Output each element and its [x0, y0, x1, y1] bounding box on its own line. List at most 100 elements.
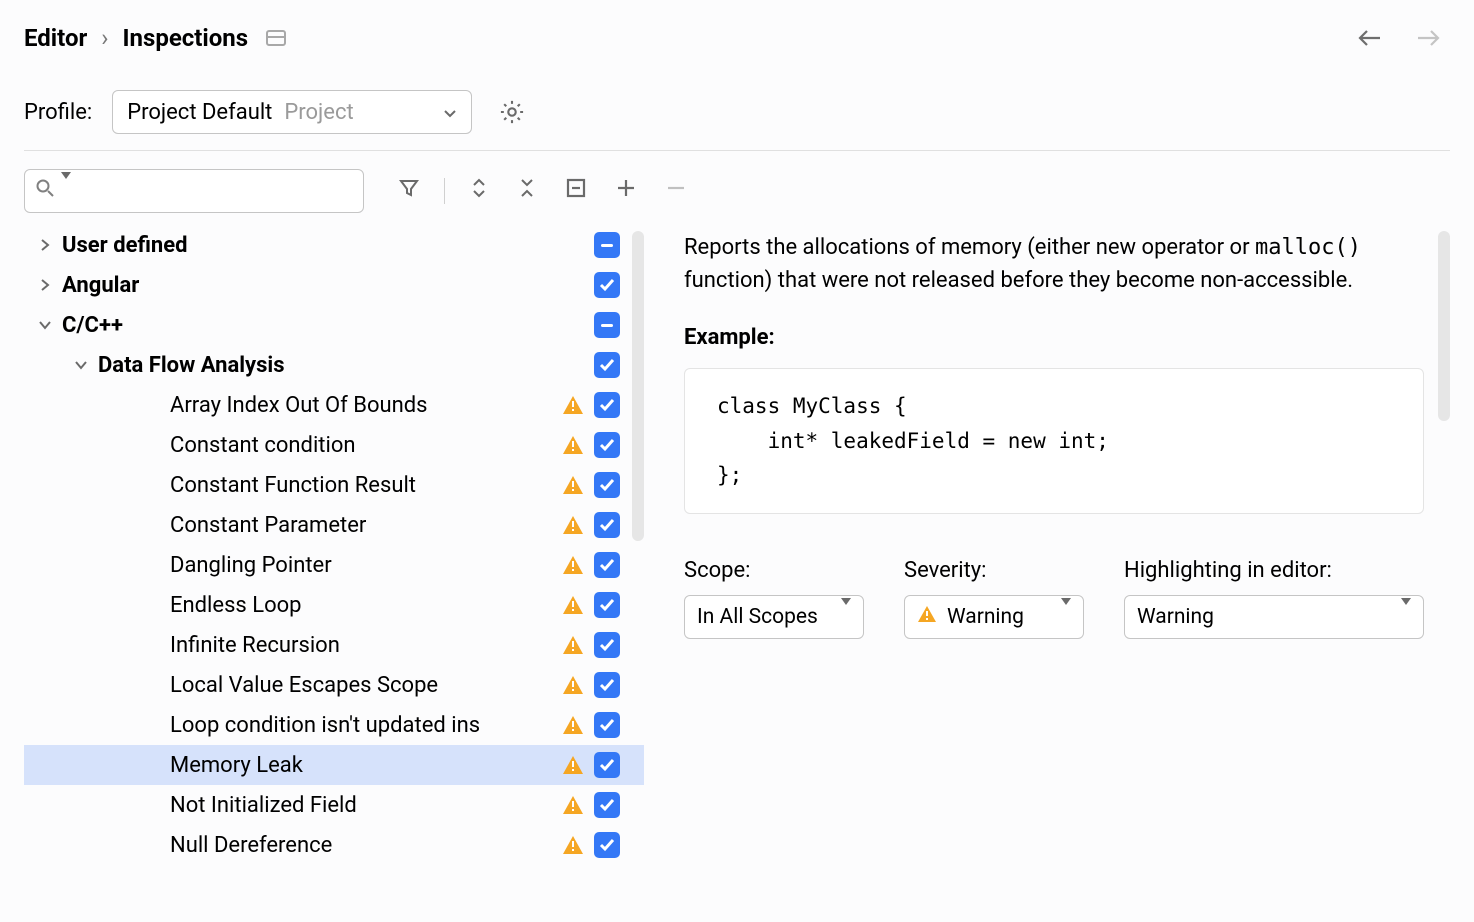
tree-row[interactable]: C/C++: [24, 305, 644, 345]
highlight-select[interactable]: Warning: [1124, 595, 1424, 639]
profile-name: Project Default: [127, 100, 272, 125]
nav-back-button[interactable]: [1356, 28, 1384, 48]
tree-scrollbar[interactable]: [632, 231, 644, 541]
tree-label: Constant Parameter: [170, 513, 556, 538]
chevron-down-icon: [1401, 605, 1411, 629]
inspection-checkbox[interactable]: [590, 592, 624, 618]
example-label: Example:: [684, 325, 1424, 350]
scope-label: Scope:: [684, 558, 864, 583]
breadcrumb-root[interactable]: Editor: [24, 24, 87, 52]
tree-label: Constant condition: [170, 433, 556, 458]
severity-select[interactable]: Warning: [904, 595, 1084, 639]
warning-icon: [556, 515, 590, 535]
chevron-down-icon[interactable]: [28, 319, 62, 331]
warning-icon: [556, 595, 590, 615]
nav-forward-button[interactable]: [1414, 28, 1442, 48]
warning-icon: [556, 395, 590, 415]
tree-label: Not Initialized Field: [170, 793, 556, 818]
tree-label: Angular: [62, 273, 556, 298]
warning-icon: [556, 835, 590, 855]
code-example: class MyClass { int* leakedField = new i…: [684, 368, 1424, 514]
tree-label: Loop condition isn't updated ins: [170, 713, 556, 738]
window-icon[interactable]: [266, 30, 286, 46]
severity-label: Severity:: [904, 558, 1084, 583]
inspection-checkbox[interactable]: [590, 432, 624, 458]
warning-icon: [556, 635, 590, 655]
tree-row[interactable]: Memory Leak: [24, 745, 644, 785]
tree-row[interactable]: Infinite Recursion: [24, 625, 644, 665]
inspection-checkbox[interactable]: [590, 552, 624, 578]
detail-scrollbar[interactable]: [1438, 231, 1450, 421]
tree-row[interactable]: Constant condition: [24, 425, 644, 465]
tree-label: Memory Leak: [170, 753, 556, 778]
highlight-value: Warning: [1137, 605, 1214, 629]
inspection-checkbox[interactable]: [590, 832, 624, 858]
warning-icon: [556, 675, 590, 695]
chevron-down-icon: [1061, 605, 1071, 629]
warning-icon: [556, 795, 590, 815]
chevron-down-icon[interactable]: [64, 359, 98, 371]
toolbar-row: [24, 151, 1450, 225]
reset-icon[interactable]: [561, 173, 591, 209]
inspection-checkbox[interactable]: [590, 232, 624, 258]
tree-row[interactable]: Not Initialized Field: [24, 785, 644, 825]
add-icon[interactable]: [611, 173, 641, 209]
inspection-checkbox[interactable]: [590, 792, 624, 818]
chevron-right-icon[interactable]: [28, 238, 62, 252]
inspection-checkbox[interactable]: [590, 272, 624, 298]
inspection-checkbox[interactable]: [590, 512, 624, 538]
tree-row[interactable]: Loop condition isn't updated ins: [24, 705, 644, 745]
inspection-checkbox[interactable]: [590, 632, 624, 658]
tree-pane: User defined Angular C/C++Data Flow Analys…: [24, 225, 644, 922]
inspection-checkbox[interactable]: [590, 472, 624, 498]
search-input[interactable]: [77, 179, 353, 204]
toolbar-sep: [444, 178, 445, 204]
chevron-right-icon[interactable]: [28, 278, 62, 292]
inspection-checkbox[interactable]: [590, 672, 624, 698]
profile-row: Profile: Project Default Project: [24, 62, 1450, 150]
tree-label: User defined: [62, 233, 556, 258]
tree-row[interactable]: Null Dereference: [24, 825, 644, 865]
tree-label: Null Dereference: [170, 833, 556, 858]
tree-row[interactable]: Dangling Pointer: [24, 545, 644, 585]
warning-icon: [556, 555, 590, 575]
chevron-down-icon: [443, 100, 457, 124]
collapse-icon[interactable]: [513, 173, 541, 209]
profile-select[interactable]: Project Default Project: [112, 90, 472, 134]
warning-icon: [917, 605, 937, 629]
gear-icon[interactable]: [492, 94, 532, 130]
inspection-checkbox[interactable]: [590, 712, 624, 738]
tree-label: Dangling Pointer: [170, 553, 556, 578]
inspection-checkbox[interactable]: [590, 752, 624, 778]
tree-row[interactable]: Local Value Escapes Scope: [24, 665, 644, 705]
remove-icon[interactable]: [661, 173, 691, 209]
scope-value: In All Scopes: [697, 605, 818, 629]
inspection-description: Reports the allocations of memory (eithe…: [684, 231, 1424, 297]
warning-icon: [556, 755, 590, 775]
tree-row[interactable]: Data Flow Analysis: [24, 345, 644, 385]
tree-row[interactable]: Endless Loop: [24, 585, 644, 625]
tree-label: Local Value Escapes Scope: [170, 673, 556, 698]
breadcrumb-sep: ›: [101, 24, 108, 52]
tree-label: Constant Function Result: [170, 473, 556, 498]
inspection-checkbox[interactable]: [590, 312, 624, 338]
warning-icon: [556, 475, 590, 495]
breadcrumb-current[interactable]: Inspections: [123, 24, 249, 52]
tree-row[interactable]: Array Index Out Of Bounds: [24, 385, 644, 425]
tree-row[interactable]: Constant Function Result: [24, 465, 644, 505]
scope-select[interactable]: In All Scopes: [684, 595, 864, 639]
breadcrumb-row: Editor › Inspections: [24, 14, 1450, 62]
warning-icon: [556, 435, 590, 455]
inspection-checkbox[interactable]: [590, 352, 624, 378]
expand-icon[interactable]: [465, 173, 493, 209]
search-chevron-icon[interactable]: [61, 179, 71, 203]
severity-value: Warning: [947, 605, 1024, 629]
tree-row[interactable]: Constant Parameter: [24, 505, 644, 545]
inspection-checkbox[interactable]: [590, 392, 624, 418]
detail-pane: Reports the allocations of memory (eithe…: [684, 225, 1450, 922]
filter-icon[interactable]: [394, 173, 424, 209]
tree-label: Array Index Out Of Bounds: [170, 393, 556, 418]
search-box[interactable]: [24, 169, 364, 213]
tree-row[interactable]: User defined: [24, 225, 644, 265]
tree-row[interactable]: Angular: [24, 265, 644, 305]
